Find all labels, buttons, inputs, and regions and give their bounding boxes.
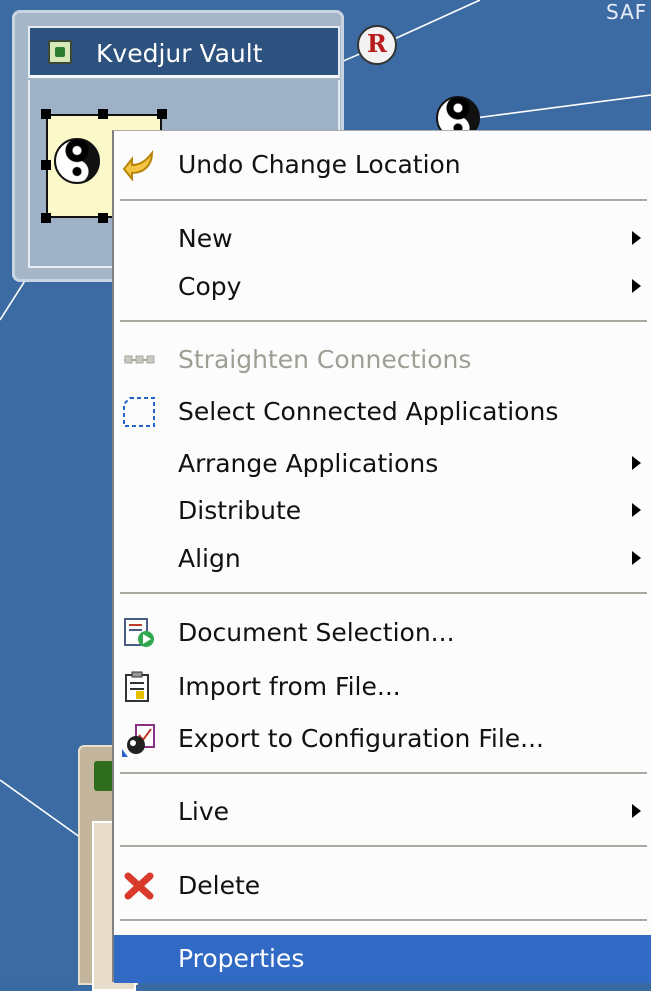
undo-arrow-icon [122, 149, 156, 182]
menu-item-import-from-file[interactable]: Import from File... [114, 663, 651, 711]
vault-title-bar[interactable]: Kvedjur Vault [28, 26, 340, 78]
menu-item-delete[interactable]: Delete [114, 862, 651, 910]
menu-separator [120, 772, 647, 775]
menu-item-label: Properties [178, 944, 305, 973]
menu-separator [120, 592, 647, 595]
context-menu: Undo Change Location New Copy Straighten… [112, 130, 651, 983]
menu-item-distribute[interactable]: Distribute [114, 487, 651, 535]
menu-item-new[interactable]: New [114, 215, 651, 263]
menu-item-label: Select Connected Applications [178, 397, 559, 426]
menu-separator [120, 320, 647, 323]
canvas-top-label: SAF [606, 0, 648, 24]
menu-separator [120, 845, 647, 848]
submenu-arrow-icon [632, 503, 641, 517]
menu-item-label: Straighten Connections [178, 345, 472, 374]
menu-item-label: Document Selection... [178, 618, 455, 647]
selection-handle[interactable] [157, 109, 167, 119]
yin-yang-icon [54, 138, 100, 184]
delete-x-icon [122, 870, 156, 902]
menu-separator [120, 199, 647, 202]
menu-item-select-connected-applications[interactable]: Select Connected Applications [114, 388, 651, 436]
menu-item-straighten-connections[interactable]: Straighten Connections [114, 336, 651, 384]
menu-item-label: Import from File... [178, 672, 401, 701]
menu-item-label: New [178, 224, 233, 253]
straighten-connections-icon [122, 344, 156, 376]
selection-handle[interactable] [41, 109, 51, 119]
menu-item-label: Arrange Applications [178, 449, 439, 478]
menu-item-label: Delete [178, 871, 261, 900]
menu-item-label: Export to Configuration File... [178, 724, 544, 753]
vault-icon [48, 40, 72, 64]
selection-handle[interactable] [41, 213, 51, 223]
menu-item-align[interactable]: Align [114, 535, 651, 583]
submenu-arrow-icon [632, 231, 641, 245]
menu-item-label: Undo Change Location [178, 150, 461, 179]
menu-item-properties[interactable]: Properties [114, 935, 651, 983]
menu-item-label: Live [178, 797, 230, 826]
menu-item-export-to-configuration-file[interactable]: Export to Configuration File... [114, 715, 651, 763]
document-selection-icon [122, 617, 156, 649]
menu-item-label: Distribute [178, 496, 302, 525]
import-file-icon [122, 671, 156, 703]
submenu-arrow-icon [632, 456, 641, 470]
menu-item-copy[interactable]: Copy [114, 263, 651, 311]
menu-item-undo-change-location[interactable]: Undo Change Location [114, 141, 651, 189]
submenu-arrow-icon [632, 804, 641, 818]
menu-item-arrange-applications[interactable]: Arrange Applications [114, 440, 651, 488]
menu-item-document-selection[interactable]: Document Selection... [114, 609, 651, 657]
selection-handle[interactable] [98, 213, 108, 223]
r-application-icon[interactable]: R [357, 25, 397, 65]
submenu-arrow-icon [632, 551, 641, 565]
export-config-icon [122, 723, 156, 757]
menu-item-live[interactable]: Live [114, 788, 651, 836]
submenu-arrow-icon [632, 279, 641, 293]
dashed-selection-icon [122, 396, 156, 428]
vault-title: Kvedjur Vault [96, 39, 263, 68]
selection-handle[interactable] [41, 160, 51, 170]
menu-separator [120, 919, 647, 922]
menu-item-label: Align [178, 544, 241, 573]
selection-handle[interactable] [98, 109, 108, 119]
menu-item-label: Copy [178, 272, 242, 301]
